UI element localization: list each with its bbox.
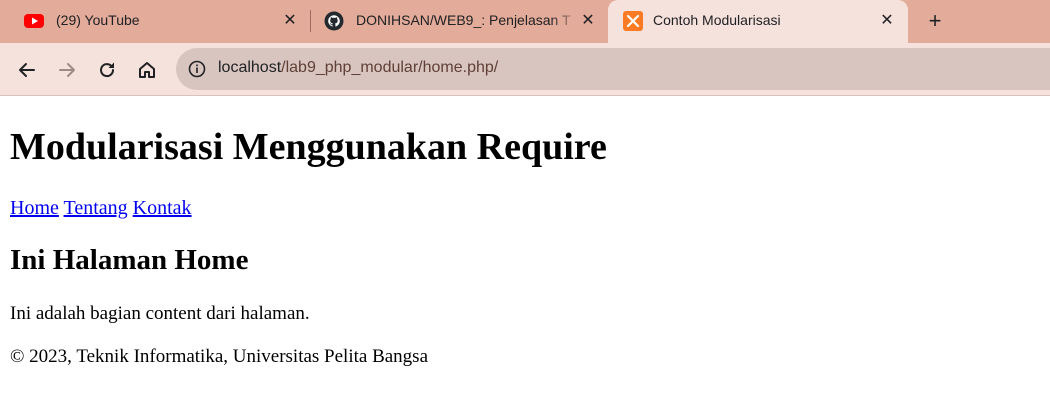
tab-title: (29) YouTube [56,12,140,28]
tab-github[interactable]: DONIHSAN/WEB9_: Penjelasan T ✕ [300,0,608,43]
arrow-left-icon [19,63,35,77]
page-title: Modularisasi Menggunakan Require [10,126,607,168]
back-button[interactable] [12,55,42,85]
browser-toolbar: localhost/lab9_php_modular/home.php/ [0,43,1050,96]
page-viewport: Modularisasi Menggunakan Require Home Te… [0,96,1050,415]
reload-icon [100,62,115,78]
url-path: /lab9_php_modular/home.php/ [281,59,499,76]
close-tab-icon[interactable]: ✕ [280,11,300,31]
url-text: localhost/lab9_php_modular/home.php/ [218,59,498,77]
home-icon [139,62,155,78]
nav-link-home[interactable]: Home [10,197,59,219]
home-button[interactable] [132,55,162,85]
tab-youtube[interactable]: (29) YouTube ✕ [0,0,308,43]
xampp-icon [623,11,643,31]
reload-button[interactable] [92,55,122,85]
new-tab-button[interactable]: + [922,8,948,34]
youtube-icon [24,14,44,28]
close-tab-icon[interactable]: ✕ [877,11,897,31]
tab-title-fade [550,0,580,43]
site-nav: Home Tentang Kontak [10,196,192,220]
nav-link-kontak[interactable]: Kontak [133,197,192,219]
section-heading: Ini Halaman Home [10,244,249,276]
tab-title: DONIHSAN/WEB9_: Penjelasan T [356,12,571,28]
address-bar[interactable]: localhost/lab9_php_modular/home.php/ [176,48,1050,90]
url-host: localhost [218,59,282,76]
arrow-right-icon [59,63,75,77]
nav-link-tentang[interactable]: Tentang [64,197,128,219]
content-text: Ini adalah bagian content dari halaman. [10,303,310,324]
forward-button[interactable] [52,55,82,85]
github-icon [324,11,344,31]
footer-text: © 2023, Teknik Informatika, Universitas … [10,346,429,367]
tab-strip: (29) YouTube ✕ DONIHSAN/WEB9_: Penjelasa… [0,0,1050,43]
info-icon[interactable] [188,60,206,78]
tab-title: Contoh Modularisasi [653,12,781,28]
tab-contoh-modularisasi[interactable]: Contoh Modularisasi ✕ [608,0,908,43]
close-tab-icon[interactable]: ✕ [578,11,598,31]
